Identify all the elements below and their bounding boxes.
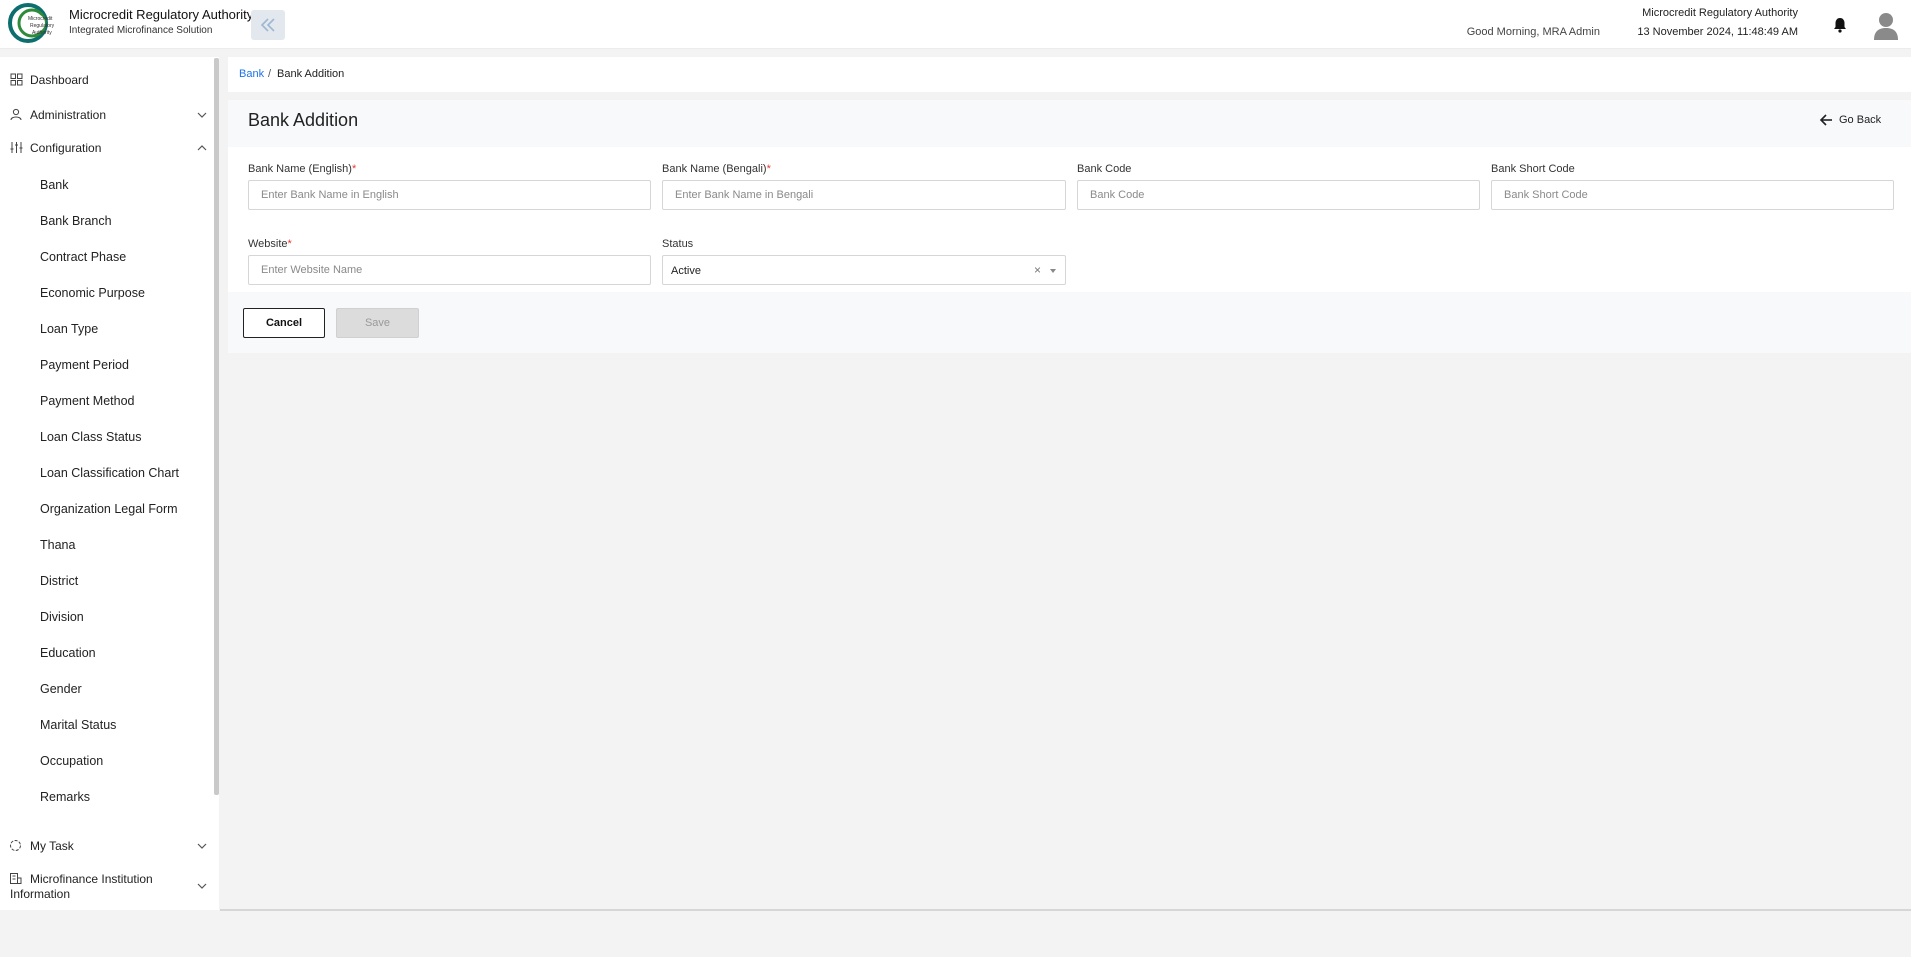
notification-bell-icon[interactable] xyxy=(1831,16,1849,34)
sidebar-subitem-payment-method[interactable]: Payment Method xyxy=(40,394,135,408)
sidebar-subitem-division[interactable]: Division xyxy=(40,610,84,624)
arrow-left-icon xyxy=(1819,114,1832,126)
bank-name-english-input[interactable] xyxy=(248,180,651,210)
bank-short-code-label: Bank Short Code xyxy=(1491,163,1575,175)
breadcrumb-separator: / xyxy=(268,68,272,80)
sidebar-subitem-loan-classification-chart[interactable]: Loan Classification Chart xyxy=(40,466,179,480)
bank-name-bengali-label: Bank Name (Bengali)* xyxy=(662,163,771,175)
double-chevron-left-icon xyxy=(260,18,275,32)
sidebar-subitem-economic-purpose[interactable]: Economic Purpose xyxy=(40,286,145,300)
status-label: Status xyxy=(662,238,694,250)
horizontal-scrollbar[interactable] xyxy=(220,909,1911,911)
chevron-down-icon xyxy=(197,883,207,889)
sidebar-subitem-thana[interactable]: Thana xyxy=(40,538,75,552)
breadcrumb-current: Bank Addition xyxy=(277,68,345,80)
clear-icon[interactable]: × xyxy=(1034,263,1041,277)
sidebar-item-label: Administration xyxy=(30,108,107,122)
grid-icon xyxy=(10,73,23,86)
go-back-button[interactable]: Go Back xyxy=(1819,112,1881,128)
website-label: Website* xyxy=(248,238,292,250)
chevron-up-icon xyxy=(197,145,207,151)
greeting-text: Good Morning, MRA Admin xyxy=(1466,26,1600,38)
chevron-down-icon xyxy=(197,843,207,849)
sidebar-subitem-bank-branch[interactable]: Bank Branch xyxy=(40,214,112,228)
label-text: Bank Name (Bengali) xyxy=(662,163,767,175)
bank-short-code-input[interactable] xyxy=(1491,180,1894,210)
logo-text-2: Regulatory xyxy=(30,23,55,29)
app-title: Microcredit Regulatory Authority xyxy=(69,7,254,22)
current-datetime: 13 November 2024, 11:48:49 AM xyxy=(1637,26,1798,38)
sidebar-subitem-loan-class-status[interactable]: Loan Class Status xyxy=(40,430,141,444)
sidebar-item-label: Configuration xyxy=(30,141,102,155)
label-text: Website xyxy=(248,238,288,250)
sidebar-subitem-occupation[interactable]: Occupation xyxy=(40,754,103,768)
chevron-down-icon xyxy=(197,112,207,118)
sidebar-item-label: Dashboard xyxy=(30,73,89,87)
go-back-label: Go Back xyxy=(1839,114,1882,126)
page-title: Bank Addition xyxy=(248,110,359,130)
sidebar-item-microfinance-institution-information[interactable]: Microfinance Institution Information xyxy=(0,870,214,902)
org-name: Microcredit Regulatory Authority xyxy=(1642,7,1798,19)
sidebar-subitem-marital-status[interactable]: Marital Status xyxy=(40,718,116,732)
sidebar-item-label: My Task xyxy=(30,839,74,853)
bank-name-bengali-input[interactable] xyxy=(662,180,1066,210)
collapse-sidebar-button[interactable] xyxy=(251,10,285,40)
status-select[interactable]: Active × xyxy=(662,255,1066,285)
sidebar-subitem-payment-period[interactable]: Payment Period xyxy=(40,358,129,372)
sidebar-subitem-contract-phase[interactable]: Contract Phase xyxy=(40,250,126,264)
bank-code-label: Bank Code xyxy=(1077,163,1132,175)
bank-name-english-label: Bank Name (English)* xyxy=(248,163,356,175)
sidebar-subitem-education[interactable]: Education xyxy=(40,646,96,660)
app-subtitle: Integrated Microfinance Solution xyxy=(69,25,213,36)
sidebar-subitem-bank[interactable]: Bank xyxy=(40,178,69,192)
save-button[interactable]: Save xyxy=(336,308,419,338)
sidebar-item-label: Microfinance Institution Information xyxy=(10,872,153,901)
logo-text-1: Microcredit xyxy=(28,16,53,22)
status-selected-value: Active xyxy=(671,265,701,277)
required-mark: * xyxy=(287,238,292,250)
sidebar-subitem-loan-type[interactable]: Loan Type xyxy=(40,322,98,336)
top-header: Microcredit Regulatory Authority Microcr… xyxy=(0,0,1911,49)
sidebar-scrollbar[interactable] xyxy=(214,58,219,795)
sidebar-subitem-organization-legal-form[interactable]: Organization Legal Form xyxy=(40,502,178,516)
mra-logo: Microcredit Regulatory Authority xyxy=(8,3,55,43)
users-icon xyxy=(10,108,22,121)
required-mark: * xyxy=(766,163,771,175)
cancel-button[interactable]: Cancel xyxy=(243,308,325,338)
sliders-icon xyxy=(10,142,23,153)
required-mark: * xyxy=(351,163,357,175)
sidebar-subitem-gender[interactable]: Gender xyxy=(40,682,82,696)
website-input[interactable] xyxy=(248,255,651,285)
label-text: Bank Name (English) xyxy=(248,163,352,175)
sidebar: Dashboard Administration Configuration B… xyxy=(0,57,219,910)
caret-down-icon[interactable] xyxy=(1050,269,1056,273)
sidebar-subitem-district[interactable]: District xyxy=(40,574,78,588)
breadcrumb-bank-link[interactable]: Bank xyxy=(239,68,264,80)
logo-text-3: Authority xyxy=(32,30,52,36)
refresh-icon xyxy=(10,840,21,851)
bank-code-input[interactable] xyxy=(1077,180,1480,210)
breadcrumb xyxy=(228,57,1911,92)
sidebar-subitem-remarks[interactable]: Remarks xyxy=(40,790,90,804)
user-avatar-icon[interactable] xyxy=(1873,10,1899,40)
